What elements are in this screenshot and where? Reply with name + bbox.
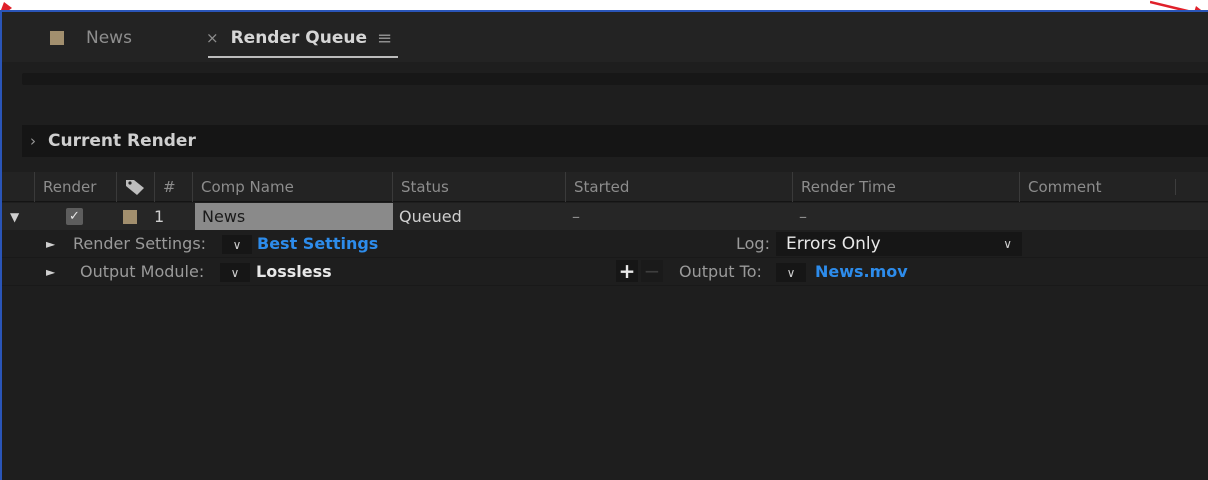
column-divider xyxy=(1175,179,1176,195)
render-settings-link[interactable]: Best Settings xyxy=(257,234,378,253)
label-color-swatch[interactable] xyxy=(123,210,137,224)
column-comp-name-label: Comp Name xyxy=(201,178,294,196)
column-render-time-label: Render Time xyxy=(801,178,896,196)
chevron-down-icon: ∨ xyxy=(230,265,240,280)
tag-icon xyxy=(126,180,144,195)
expand-arrow-icon[interactable]: ► xyxy=(46,265,55,279)
column-number[interactable]: # xyxy=(154,172,192,202)
chevron-down-icon: ∨ xyxy=(232,237,242,252)
add-output-module-button[interactable]: + xyxy=(616,259,638,283)
log-value: Errors Only xyxy=(786,234,881,254)
output-module-link[interactable]: Lossless xyxy=(256,262,332,281)
item-status: Queued xyxy=(399,207,462,226)
remove-output-module-button[interactable]: − xyxy=(641,259,663,283)
output-module-row: ► Output Module: ∨ Lossless + − Output T… xyxy=(2,258,1208,286)
column-number-label: # xyxy=(163,178,176,196)
output-module-dropdown[interactable]: ∨ xyxy=(220,263,250,282)
item-started: – xyxy=(572,207,580,226)
expand-arrow-icon[interactable]: ► xyxy=(46,237,55,251)
column-status[interactable]: Status xyxy=(392,172,565,202)
chevron-right-icon[interactable]: › xyxy=(30,132,36,150)
tab-news[interactable]: News xyxy=(50,24,132,52)
render-checkbox[interactable]: ✓ xyxy=(66,208,83,225)
render-queue-item[interactable]: ▼ ✓ 1 News Queued – – xyxy=(2,203,1208,230)
column-render-label: Render xyxy=(43,178,97,196)
column-status-label: Status xyxy=(401,178,449,196)
column-comp-name[interactable]: Comp Name xyxy=(192,172,392,202)
render-settings-row: ► Render Settings: ∨ Best Settings Log: … xyxy=(2,230,1208,258)
composition-swatch-icon xyxy=(50,31,64,45)
output-to-dropdown[interactable]: ∨ xyxy=(776,263,806,282)
column-started[interactable]: Started xyxy=(565,172,792,202)
expand-triangle-icon[interactable]: ▼ xyxy=(10,203,19,230)
output-file-link[interactable]: News.mov xyxy=(815,262,908,281)
item-number: 1 xyxy=(154,207,165,226)
render-settings-label: Render Settings: xyxy=(73,234,207,253)
render-settings-dropdown[interactable]: ∨ xyxy=(222,235,252,254)
tab-render-queue-label: Render Queue xyxy=(230,28,368,48)
active-tab-indicator xyxy=(208,56,398,58)
chevron-down-icon: ∨ xyxy=(786,265,796,280)
tab-render-queue[interactable]: × Render Queue ≡ xyxy=(206,24,392,52)
log-dropdown[interactable]: Errors Only ∨ xyxy=(776,232,1022,256)
log-label: Log: xyxy=(736,234,770,253)
close-tab-icon[interactable]: × xyxy=(206,29,219,47)
current-render-title: Current Render xyxy=(48,131,196,151)
output-to-label: Output To: xyxy=(679,262,762,281)
column-comment[interactable]: Comment xyxy=(1019,172,1175,202)
column-label[interactable] xyxy=(116,172,154,202)
column-render-time[interactable]: Render Time xyxy=(792,172,1019,202)
render-queue-panel: News × Render Queue ≡ › Current Render R… xyxy=(0,10,1208,480)
item-render-time: – xyxy=(799,207,807,226)
column-started-label: Started xyxy=(574,178,630,196)
column-render[interactable]: Render xyxy=(34,172,116,202)
render-progress-strip xyxy=(22,73,1208,85)
panel-tab-bar: News × Render Queue ≡ xyxy=(2,12,1208,62)
tab-news-label: News xyxy=(86,28,132,48)
chevron-down-icon: ∨ xyxy=(1003,237,1012,251)
item-comp-name[interactable]: News xyxy=(195,203,393,230)
column-comment-label: Comment xyxy=(1028,178,1102,196)
queue-column-header: Render # Comp Name Status Started Render… xyxy=(2,172,1208,202)
panel-menu-icon[interactable]: ≡ xyxy=(377,28,392,49)
output-module-label: Output Module: xyxy=(80,262,205,281)
current-render-header[interactable]: › Current Render xyxy=(22,125,1208,157)
